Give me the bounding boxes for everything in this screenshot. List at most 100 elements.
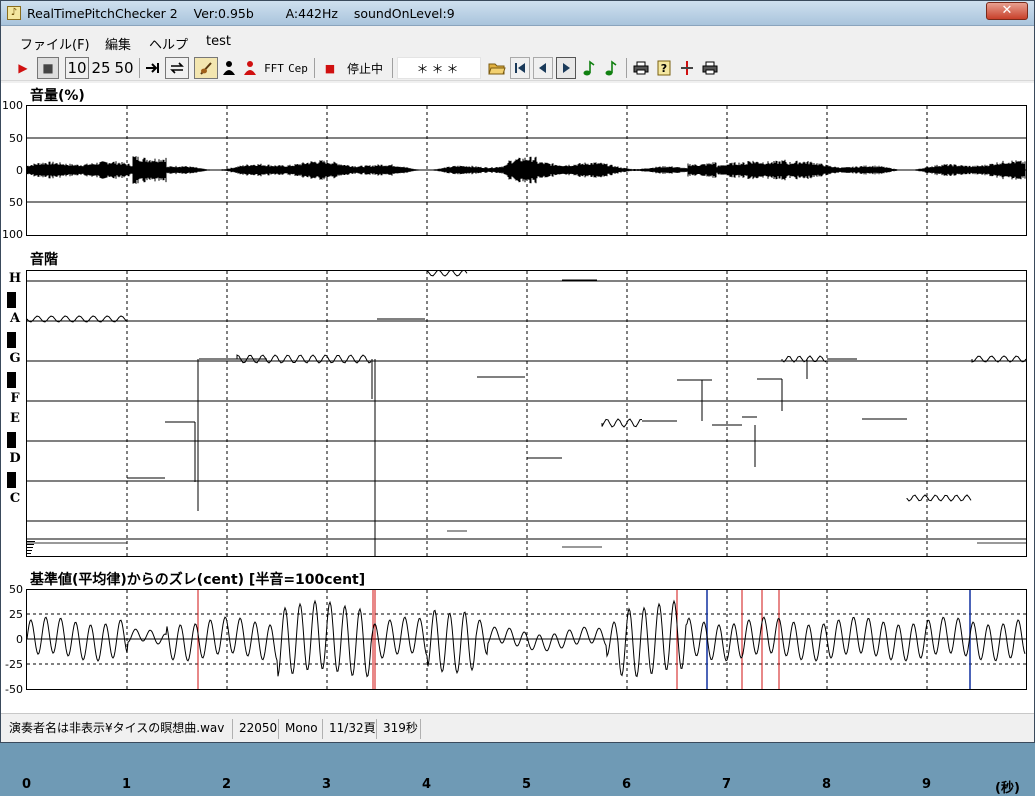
time-tick-label: 1 [122,777,132,792]
pitch-segment [426,269,468,277]
pitch-trace [26,269,1027,569]
singer-black-button[interactable] [220,57,238,79]
svg-text:?: ? [661,62,667,75]
person-red-icon [244,61,256,75]
deviation-tick: -50 [5,683,23,696]
marker-tick [27,544,34,545]
stop-icon: ■ [42,61,54,75]
note-label-f: F [8,392,22,406]
status-sample-rate: 22050 [235,719,279,739]
time-tick-label: 2 [222,777,232,792]
status-page: 11/32頁 [325,719,377,739]
stop-button[interactable]: ■ [37,57,59,79]
speed-50-button[interactable]: 50 [113,57,135,79]
violin-icon [200,62,212,75]
time-tick-label: 3 [322,777,332,792]
menu-file[interactable]: ファイル(F) [20,34,90,53]
record-icon: ■ [324,61,336,75]
play-icon: ▶ [18,61,28,75]
deviation-tick: 0 [16,633,23,646]
app-window: ♪ RealTimePitchChecker 2 Ver:0.95b A:442… [0,0,1035,796]
marker-tick [27,547,33,548]
pitch-segment [601,418,643,428]
note-label-g: G [8,351,22,366]
print-button[interactable] [631,57,651,79]
volume-waveform [26,106,1026,235]
time-tick-label: 5 [522,777,532,792]
prev-button[interactable] [533,57,553,79]
black-key [7,292,16,308]
marker-icon [681,61,693,75]
person-icon [223,61,235,75]
fft-button[interactable]: FFT [263,57,285,79]
black-key [7,372,16,388]
open-file-button[interactable] [487,57,507,79]
time-tick-label: 6 [622,777,632,792]
status-duration: 319秒 [379,719,421,739]
menu-edit[interactable]: 編集 [105,34,131,53]
note-label-c: C [8,491,22,506]
help-button[interactable]: ? [654,57,674,79]
violin-button[interactable] [194,57,218,79]
print-preview-button[interactable] [700,57,720,79]
scale-title: 音階 [30,252,58,268]
deviation-tick: 25 [9,608,23,621]
menu-help[interactable]: ヘルプ [149,34,188,53]
printer-icon [633,61,649,75]
note-label-h: H [8,271,22,286]
scale-plot[interactable] [26,269,1027,569]
speed-10-button[interactable]: 10 [65,57,89,79]
marker-button[interactable] [677,57,697,79]
next-button[interactable] [556,57,576,79]
note-label-e: E [8,412,22,426]
time-tick-label: 4 [422,777,432,792]
marker-tick [27,553,31,554]
marker-tick [27,541,35,542]
volume-tick: 100 [2,99,23,112]
time-tick-label: 7 [722,777,732,792]
deviation-tick: -25 [5,658,23,671]
pitch-segment [906,494,972,502]
singer-red-button[interactable] [241,57,259,79]
volume-tick: 0 [16,164,23,177]
help-icon: ? [657,60,671,76]
menu-test[interactable]: test [206,34,231,49]
note-green-button[interactable] [579,57,599,79]
time-tick-label: 9 [922,777,932,792]
prev-icon [539,63,546,73]
go-first-button[interactable] [510,57,530,79]
marker-tick [27,550,32,551]
deviation-title: 基準値(平均律)からのズレ(cent) [半音=100cent] [30,572,366,588]
next-icon [563,63,570,73]
black-key [7,432,16,448]
record-button[interactable]: ■ [321,57,339,79]
printer-icon [702,61,718,75]
toolbar: ▶ ■ 10 25 50 FFT Cep ■ 停止中 ＊＊＊ ? [1,55,1034,81]
status-bar: 演奏者名は非表示¥タイスの瞑想曲.wav 22050 Mono 11/32頁 3… [1,713,1034,742]
play-button[interactable]: ▶ [13,57,33,79]
status-filename: 演奏者名は非表示¥タイスの瞑想曲.wav [5,719,233,739]
speed-25-button[interactable]: 25 [90,57,112,79]
jump-end-button[interactable] [143,57,163,79]
loop-button[interactable] [165,57,189,79]
volume-waveform-path [26,156,1026,184]
app-icon: ♪ [7,6,21,20]
loop-icon [170,62,184,74]
menu-bar: ファイル(F) 編集 ヘルプ test [1,31,1034,53]
close-button[interactable]: ✕ [986,2,1028,20]
volume-tick: 100 [2,228,23,241]
music-note-icon [605,60,617,76]
note-green-2-button[interactable] [601,57,621,79]
deviation-tick: 50 [9,583,23,596]
volume-plot[interactable] [26,105,1027,236]
cep-button[interactable]: Cep [287,57,309,79]
status-channels: Mono [281,719,323,739]
deviation-plot[interactable] [26,589,1027,690]
jump-end-icon [146,63,159,73]
volume-title: 音量(%) [30,88,85,104]
folder-open-icon [488,63,506,75]
status-label: 停止中 [346,61,383,76]
title-bar[interactable]: ♪ RealTimePitchChecker 2 Ver:0.95b A:442… [1,1,1034,26]
skip-first-icon [515,63,525,73]
note-label-a: A [8,311,22,326]
